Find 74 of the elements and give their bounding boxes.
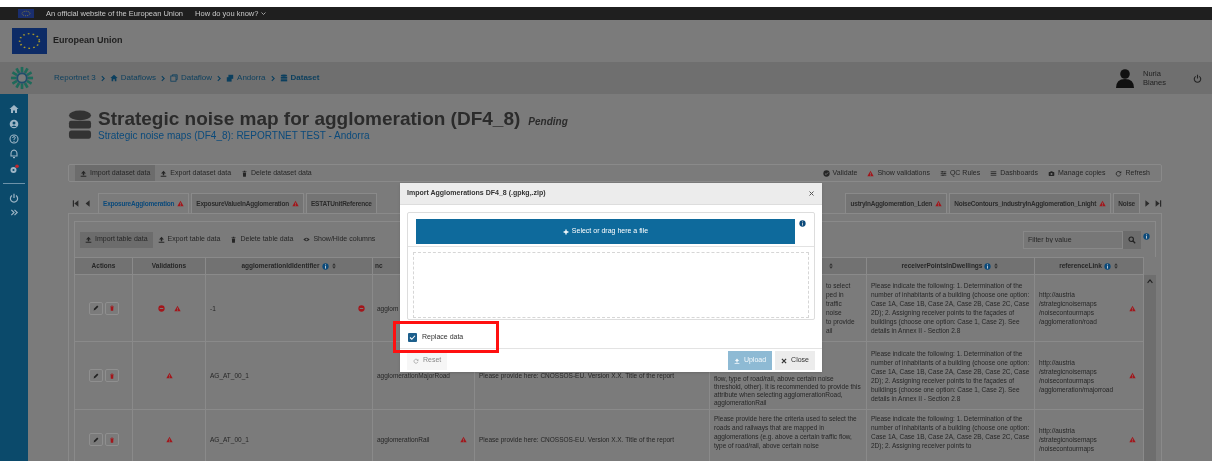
upload-icon <box>85 236 92 243</box>
power-icon <box>1193 73 1202 83</box>
upload-icon <box>733 357 740 364</box>
gear-alert-icon <box>9 164 19 174</box>
chevron-right-icon <box>216 74 223 82</box>
replace-data-checkbox[interactable] <box>408 332 417 342</box>
edit-button[interactable] <box>88 301 103 315</box>
first-page-icon <box>72 198 80 208</box>
pencil-icon <box>92 436 99 443</box>
trash-icon <box>241 169 249 177</box>
refresh-icon <box>1115 169 1123 177</box>
home-icon <box>9 104 19 114</box>
info-icon <box>1143 233 1150 240</box>
trash-icon <box>108 372 115 379</box>
trash-icon <box>108 436 115 443</box>
sliders-icon <box>939 169 947 177</box>
camera-icon <box>1048 169 1055 177</box>
chevron-down-icon <box>261 11 267 16</box>
upload-icon <box>80 169 87 177</box>
delete-button[interactable] <box>104 369 119 382</box>
eu-flag-logo <box>12 28 47 54</box>
home-icon <box>109 74 118 82</box>
breadcrumb-link[interactable]: Dataflow <box>169 72 213 84</box>
pencil-icon <box>92 305 99 311</box>
clone-icon <box>169 74 178 82</box>
checkmark-icon <box>409 333 416 341</box>
user-circle-icon <box>9 119 19 129</box>
delete-button[interactable] <box>104 301 119 315</box>
plus-icon <box>562 228 569 235</box>
chevron-right-icon <box>159 74 166 82</box>
close-icon <box>781 357 788 364</box>
edit-button[interactable] <box>88 433 103 446</box>
chevron-right-icon <box>269 74 276 82</box>
next-page-icon <box>1143 198 1151 208</box>
site-title: European Union <box>53 34 123 48</box>
upload-icon <box>160 169 168 177</box>
refresh-icon <box>413 357 419 364</box>
status-label: Pending <box>528 115 568 129</box>
scrollbar[interactable] <box>1144 275 1156 461</box>
trash-icon <box>230 236 238 243</box>
database-icon <box>279 74 288 82</box>
breadcrumb-link[interactable]: Reportnet 3 <box>54 72 96 84</box>
breadcrumb-link[interactable]: Andorra <box>226 72 266 84</box>
chevron-right-icon <box>99 74 106 82</box>
database-icon <box>68 110 92 140</box>
eye-icon <box>303 236 311 243</box>
breadcrumb-link[interactable]: Dataset <box>279 72 320 84</box>
close-icon <box>808 191 814 196</box>
close-button[interactable] <box>807 189 815 198</box>
edit-button[interactable] <box>88 369 103 382</box>
dataset-subtitle: Strategic noise maps (DF4_8): REPORTNET TEST - Andorra <box>98 130 371 142</box>
bell-icon <box>9 149 19 159</box>
breadcrumb-link[interactable]: Dataflows <box>109 72 156 84</box>
pencil-icon <box>92 372 99 379</box>
delete-button[interactable] <box>104 433 119 446</box>
info-icon <box>799 220 806 227</box>
trash-icon <box>108 305 115 311</box>
check-circle-icon <box>822 169 830 177</box>
upload-icon <box>157 236 165 243</box>
search-icon <box>1128 235 1136 244</box>
folders-icon <box>226 74 235 82</box>
double-chevron-icon <box>9 208 19 217</box>
last-page-icon <box>1154 198 1162 208</box>
search-button[interactable] <box>1123 230 1141 249</box>
help-icon <box>9 134 19 144</box>
power-icon <box>9 193 19 203</box>
warning-icon <box>867 169 875 177</box>
chevron-up-icon <box>1146 278 1154 284</box>
page-title: Strategic noise map for agglomeration (DF4_8) <box>98 108 521 130</box>
sun-logo-icon <box>10 66 34 90</box>
user-avatar-icon <box>1115 67 1135 89</box>
previous-page-icon <box>84 198 92 208</box>
eu-flag-icon <box>18 9 34 18</box>
list-icon <box>990 169 998 177</box>
